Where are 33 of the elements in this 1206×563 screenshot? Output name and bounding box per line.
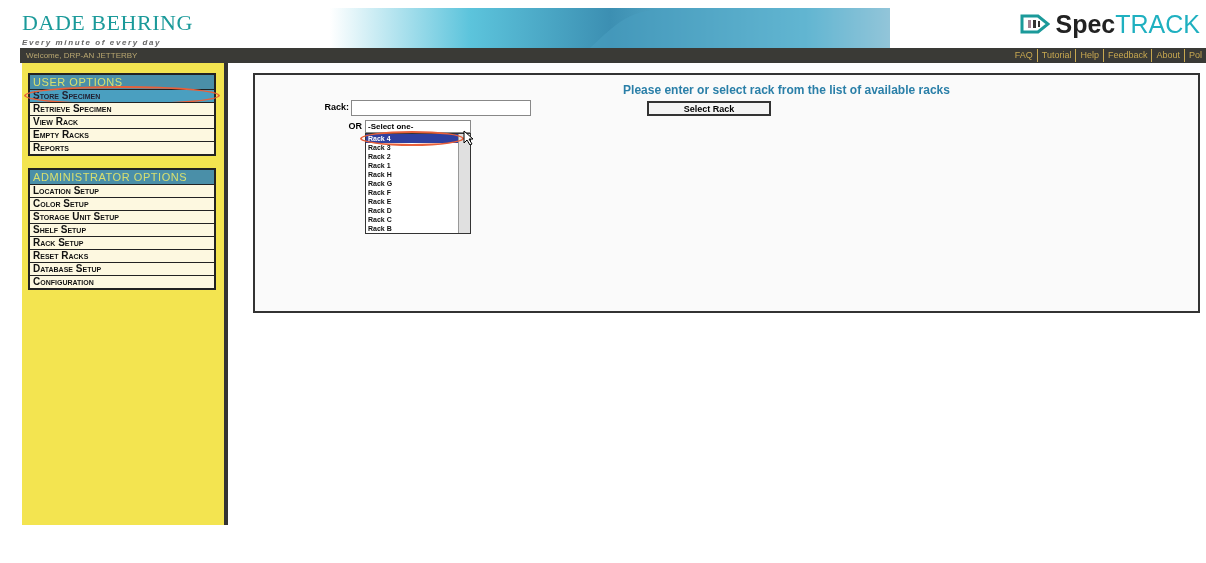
- sidebar-item[interactable]: Shelf Setup: [30, 223, 214, 236]
- top-link[interactable]: Tutorial: [1036, 48, 1072, 63]
- select-rack-button[interactable]: Select Rack: [647, 100, 771, 116]
- sidebar-item[interactable]: Configuration: [30, 275, 214, 288]
- sidebar-item[interactable]: Color Setup: [30, 197, 214, 210]
- brand-tagline: Every minute of every day: [22, 37, 163, 49]
- logo-icon: [1019, 14, 1050, 34]
- brand-logo: DADE BEHRING: [22, 12, 194, 34]
- sidebar-item[interactable]: View Rack: [30, 115, 214, 128]
- top-link[interactable]: About: [1151, 48, 1180, 63]
- sidebar-item[interactable]: Storage Unit Setup: [30, 210, 214, 223]
- sidebar-item[interactable]: Store Specimen: [30, 89, 214, 102]
- welcome-text: Welcome, DRP-AN JETTERBY: [26, 49, 138, 62]
- sidebar-item[interactable]: Reports: [30, 141, 214, 154]
- panel-heading: Please enter or select rack from the list of available racks: [623, 82, 950, 99]
- top-link[interactable]: Help: [1075, 48, 1099, 63]
- or-label: OR: [347, 120, 363, 133]
- rack-dropdown[interactable]: -Select one-: [365, 120, 471, 133]
- sidebar-item[interactable]: Retrieve Specimen: [30, 102, 214, 115]
- section-header: USER OPTIONS: [30, 75, 214, 89]
- rack-label: Rack:: [323, 101, 350, 115]
- product-logo: SpecTRACK: [1055, 11, 1200, 37]
- sidebar-item[interactable]: Database Setup: [30, 262, 214, 275]
- scrollbar[interactable]: [458, 134, 470, 233]
- sidebar-item[interactable]: Rack Setup: [30, 236, 214, 249]
- section-header: ADMINISTRATOR OPTIONS: [30, 170, 214, 184]
- top-link[interactable]: FAQ: [1014, 48, 1033, 63]
- sidebar-item[interactable]: Location Setup: [30, 184, 214, 197]
- sidebar-item[interactable]: Empty Racks: [30, 128, 214, 141]
- rack-input[interactable]: [351, 100, 531, 116]
- sidebar-item[interactable]: Reset Racks: [30, 249, 214, 262]
- top-link[interactable]: Feedback: [1102, 48, 1148, 63]
- top-link[interactable]: Pol: [1184, 48, 1202, 63]
